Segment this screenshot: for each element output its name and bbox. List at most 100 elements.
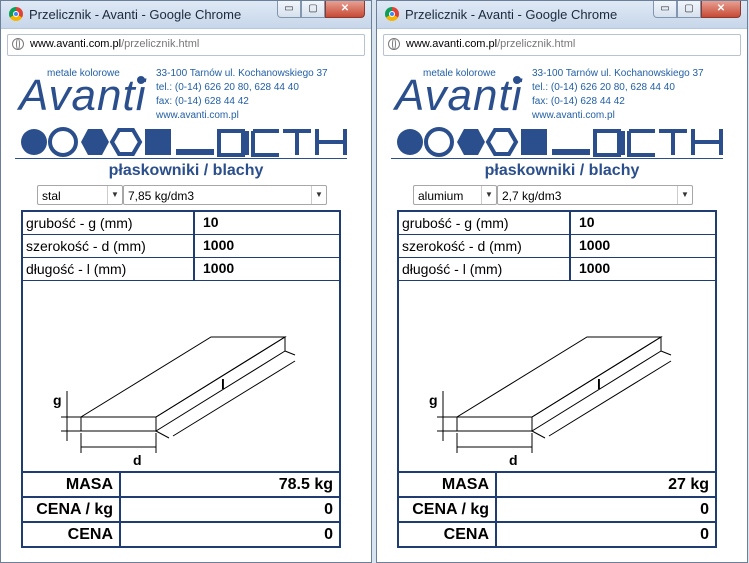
chevron-down-icon: ▼ bbox=[481, 186, 496, 204]
hex-bar-shape bbox=[81, 129, 109, 155]
chevron-down-icon: ▼ bbox=[311, 186, 326, 204]
material-select[interactable]: stal ▼ bbox=[37, 185, 123, 205]
width-label: szerokość - d (mm) bbox=[23, 235, 195, 257]
tube-shape bbox=[48, 127, 78, 157]
contact-info: 33-100 Tarnów ul. Kochanowskiego 37 tel.… bbox=[532, 67, 704, 123]
channel-shape bbox=[251, 129, 279, 157]
result-row-price: CENA 0 bbox=[399, 523, 715, 546]
g-label: g bbox=[429, 392, 438, 408]
phone-line: tel.: (0-14) 626 20 80, 628 44 40 bbox=[156, 82, 299, 93]
result-row-price-per-kg: CENA / kg 0 bbox=[399, 498, 715, 523]
channel-shape bbox=[627, 129, 655, 157]
address-line: 33-100 Tarnów ul. Kochanowskiego 37 bbox=[156, 68, 328, 79]
close-button[interactable]: ✕ bbox=[325, 1, 365, 18]
thickness-input[interactable]: 10 bbox=[571, 212, 715, 234]
title-bar[interactable]: Przelicznik - Avanti - Google Chrome ▭ ▢… bbox=[377, 1, 747, 29]
flat-bar-shape bbox=[176, 149, 214, 155]
angle-shape bbox=[593, 129, 621, 157]
plate-diagram: g d l bbox=[399, 281, 715, 473]
square-bar-shape bbox=[145, 129, 171, 155]
material-select[interactable]: alumium ▼ bbox=[413, 185, 497, 205]
d-label: d bbox=[509, 452, 518, 468]
url-path: /przelicznik.html bbox=[497, 38, 576, 50]
h-beam-shape bbox=[691, 129, 723, 155]
price-per-kg-input[interactable]: 0 bbox=[497, 498, 715, 521]
close-button[interactable]: ✕ bbox=[701, 1, 741, 18]
contact-info: 33-100 Tarnów ul. Kochanowskiego 37 tel.… bbox=[156, 67, 328, 123]
form-row-length: długość - l (mm) 1000 bbox=[23, 258, 339, 281]
price-label: CENA bbox=[23, 523, 121, 546]
address-bar[interactable]: www.avanti.com.pl/przelicznik.html bbox=[383, 34, 741, 56]
length-input[interactable]: 1000 bbox=[571, 258, 715, 280]
l-dimension-line bbox=[548, 360, 672, 437]
price-per-kg-label: CENA / kg bbox=[23, 498, 121, 521]
globe-icon bbox=[12, 38, 24, 50]
avanti-logo: Avanti bbox=[395, 71, 523, 120]
logo-dot bbox=[513, 76, 521, 84]
price-per-kg-label: CENA / kg bbox=[399, 498, 497, 521]
density-select[interactable]: 7,85 kg/dm3 ▼ bbox=[123, 185, 327, 205]
hex-tube-shape bbox=[485, 128, 519, 156]
width-input[interactable]: 1000 bbox=[195, 235, 339, 257]
phone-line: tel.: (0-14) 626 20 80, 628 44 40 bbox=[532, 82, 675, 93]
url-host: www.avanti.com.pl bbox=[30, 38, 122, 50]
thickness-input[interactable]: 10 bbox=[195, 212, 339, 234]
plate-diagram: g d l bbox=[23, 281, 339, 473]
form-row-thickness: grubość - g (mm) 10 bbox=[399, 212, 715, 235]
site-header: metale kolorowe Avanti 33-100 Tarnów ul.… bbox=[1, 60, 371, 122]
density-value: 2,7 kg/dm3 bbox=[502, 189, 562, 203]
chevron-down-icon: ▼ bbox=[107, 186, 122, 204]
price-value: 0 bbox=[700, 526, 709, 543]
chevron-down-icon: ▼ bbox=[677, 186, 692, 204]
form-row-thickness: grubość - g (mm) 10 bbox=[23, 212, 339, 235]
material-value: alumium bbox=[418, 189, 464, 203]
l-label: l bbox=[597, 376, 601, 392]
plate-diagram-svg: g d l bbox=[53, 336, 296, 468]
plate-front-face bbox=[80, 416, 157, 432]
length-label: długość - l (mm) bbox=[23, 258, 195, 280]
maximize-button[interactable]: ▢ bbox=[301, 1, 325, 18]
mass-label: MASA bbox=[399, 473, 497, 496]
browser-window-2: Przelicznik - Avanti - Google Chrome ▭ ▢… bbox=[376, 0, 748, 563]
mass-value: 27 kg bbox=[668, 476, 709, 493]
plate-front-face bbox=[456, 416, 533, 432]
plate-diagram-svg: g d l bbox=[429, 336, 672, 468]
round-bar-shape bbox=[21, 129, 47, 155]
chrome-icon bbox=[385, 7, 399, 21]
maximize-button[interactable]: ▢ bbox=[677, 1, 701, 18]
hex-bar-shape bbox=[457, 129, 485, 155]
l-dimension-line bbox=[172, 360, 296, 437]
thickness-label: grubość - g (mm) bbox=[23, 212, 195, 234]
density-select[interactable]: 2,7 kg/dm3 ▼ bbox=[497, 185, 693, 205]
form-row-width: szerokość - d (mm) 1000 bbox=[23, 235, 339, 258]
logo-dot bbox=[137, 76, 145, 84]
flat-bar-shape bbox=[552, 149, 590, 155]
window-title: Przelicznik - Avanti - Google Chrome bbox=[405, 7, 618, 22]
length-label: długość - l (mm) bbox=[399, 258, 571, 280]
url-path: /przelicznik.html bbox=[121, 38, 200, 50]
profile-shapes-banner bbox=[21, 127, 347, 157]
width-input[interactable]: 1000 bbox=[571, 235, 715, 257]
density-value: 7,85 kg/dm3 bbox=[128, 189, 195, 203]
fax-line: fax: (0-14) 628 44 42 bbox=[156, 96, 249, 107]
address-bar[interactable]: www.avanti.com.pl/przelicznik.html bbox=[7, 34, 365, 56]
length-input[interactable]: 1000 bbox=[195, 258, 339, 280]
h-beam-shape bbox=[315, 129, 347, 155]
title-bar[interactable]: Przelicznik - Avanti - Google Chrome ▭ ▢… bbox=[1, 1, 371, 29]
page-title: płaskowniki / blachy bbox=[484, 162, 640, 179]
plate-top-face bbox=[455, 336, 663, 418]
form-row-length: długość - l (mm) 1000 bbox=[399, 258, 715, 281]
price-per-kg-input[interactable]: 0 bbox=[121, 498, 339, 521]
result-row-mass: MASA 27 kg bbox=[399, 473, 715, 498]
thickness-label: grubość - g (mm) bbox=[399, 212, 571, 234]
result-row-mass: MASA 78.5 kg bbox=[23, 473, 339, 498]
tee-shape bbox=[659, 129, 687, 155]
material-value: stal bbox=[42, 189, 61, 203]
calculator-form: grubość - g (mm) 10 szerokość - d (mm) 1… bbox=[21, 210, 341, 548]
browser-window-1: Przelicznik - Avanti - Google Chrome ▭ ▢… bbox=[0, 0, 372, 563]
tube-shape bbox=[424, 127, 454, 157]
minimize-button[interactable]: ▭ bbox=[277, 1, 301, 18]
minimize-button[interactable]: ▭ bbox=[653, 1, 677, 18]
divider bbox=[391, 158, 723, 159]
g-label: g bbox=[53, 392, 62, 408]
